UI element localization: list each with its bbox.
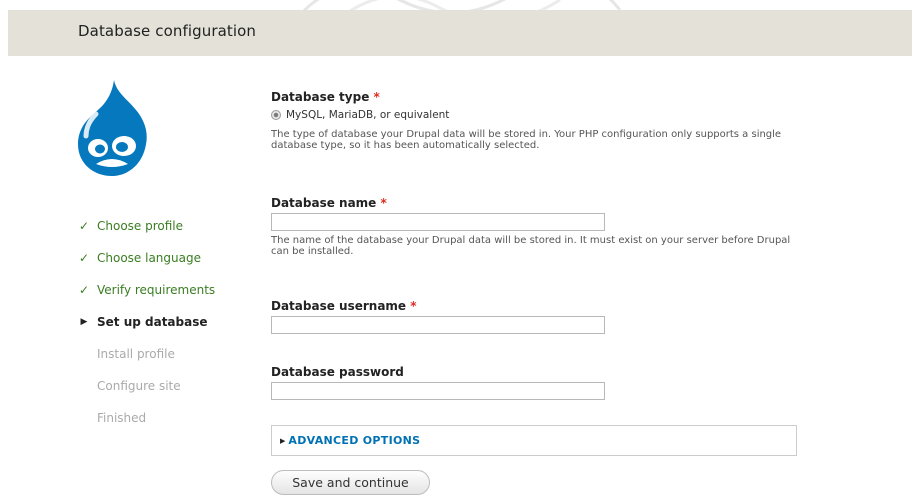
db-type-group: Database type * MySQL, MariaDB, or equiv…	[271, 90, 801, 151]
checkmark-icon: ✓	[78, 283, 90, 297]
required-marker: *	[380, 196, 387, 210]
db-password-label: Database password	[271, 365, 605, 379]
checkmark-icon: ✓	[78, 219, 90, 233]
top-decoration	[0, 0, 912, 10]
step-label: Choose profile	[97, 219, 184, 233]
drupal-watermark-icon	[302, 0, 622, 10]
triangle-right-icon[interactable]: ▶	[280, 437, 285, 445]
step-install-profile: Install profile	[76, 338, 215, 370]
install-steps: ✓ Choose profile ✓ Choose language ✓ Ver…	[76, 210, 215, 434]
required-marker: *	[373, 90, 380, 104]
step-label: Finished	[97, 411, 147, 425]
advanced-options-link[interactable]: ADVANCED OPTIONS	[288, 434, 420, 447]
step-label: Set up database	[97, 315, 208, 329]
db-type-label: Database type *	[271, 90, 801, 104]
db-name-label-text: Database name	[271, 196, 377, 210]
step-label: Verify requirements	[97, 283, 216, 297]
triangle-right-icon: ▶	[80, 317, 88, 327]
db-type-option[interactable]: MySQL, MariaDB, or equivalent	[271, 109, 801, 121]
page-header: Database configuration	[8, 10, 912, 56]
required-marker: *	[410, 299, 417, 313]
drupal-logo-icon	[76, 78, 148, 178]
db-name-description: The name of the database your Drupal dat…	[271, 235, 791, 257]
db-type-option-label[interactable]: MySQL, MariaDB, or equivalent	[286, 109, 449, 121]
step-configure-site: Configure site	[76, 370, 215, 402]
step-choose-profile: ✓ Choose profile	[76, 210, 215, 242]
db-password-input[interactable]	[271, 382, 605, 400]
db-type-description: The type of database your Drupal data wi…	[271, 129, 782, 151]
step-finished: Finished	[76, 402, 215, 434]
db-type-label-text: Database type	[271, 90, 370, 104]
step-label: Configure site	[97, 379, 181, 393]
save-and-continue-button[interactable]: Save and continue	[271, 470, 430, 495]
db-username-input[interactable]	[271, 316, 605, 334]
step-label: Install profile	[97, 347, 175, 361]
step-verify-requirements: ✓ Verify requirements	[76, 274, 215, 306]
db-password-group: Database password	[271, 365, 605, 400]
db-name-group: Database name * The name of the database…	[271, 196, 801, 257]
db-password-label-text: Database password	[271, 365, 404, 379]
radio-button[interactable]	[271, 110, 281, 120]
step-set-up-database: ▶ Set up database	[76, 306, 215, 338]
db-name-input[interactable]	[271, 213, 605, 231]
checkmark-icon: ✓	[78, 251, 90, 265]
page-title: Database configuration	[78, 22, 257, 40]
step-label: Choose language	[97, 251, 201, 265]
db-username-group: Database username *	[271, 299, 605, 334]
db-name-label: Database name *	[271, 196, 801, 210]
step-choose-language: ✓ Choose language	[76, 242, 215, 274]
db-username-label: Database username *	[271, 299, 605, 313]
advanced-options-details[interactable]: ▶ ADVANCED OPTIONS	[271, 425, 797, 456]
db-username-label-text: Database username	[271, 299, 407, 313]
